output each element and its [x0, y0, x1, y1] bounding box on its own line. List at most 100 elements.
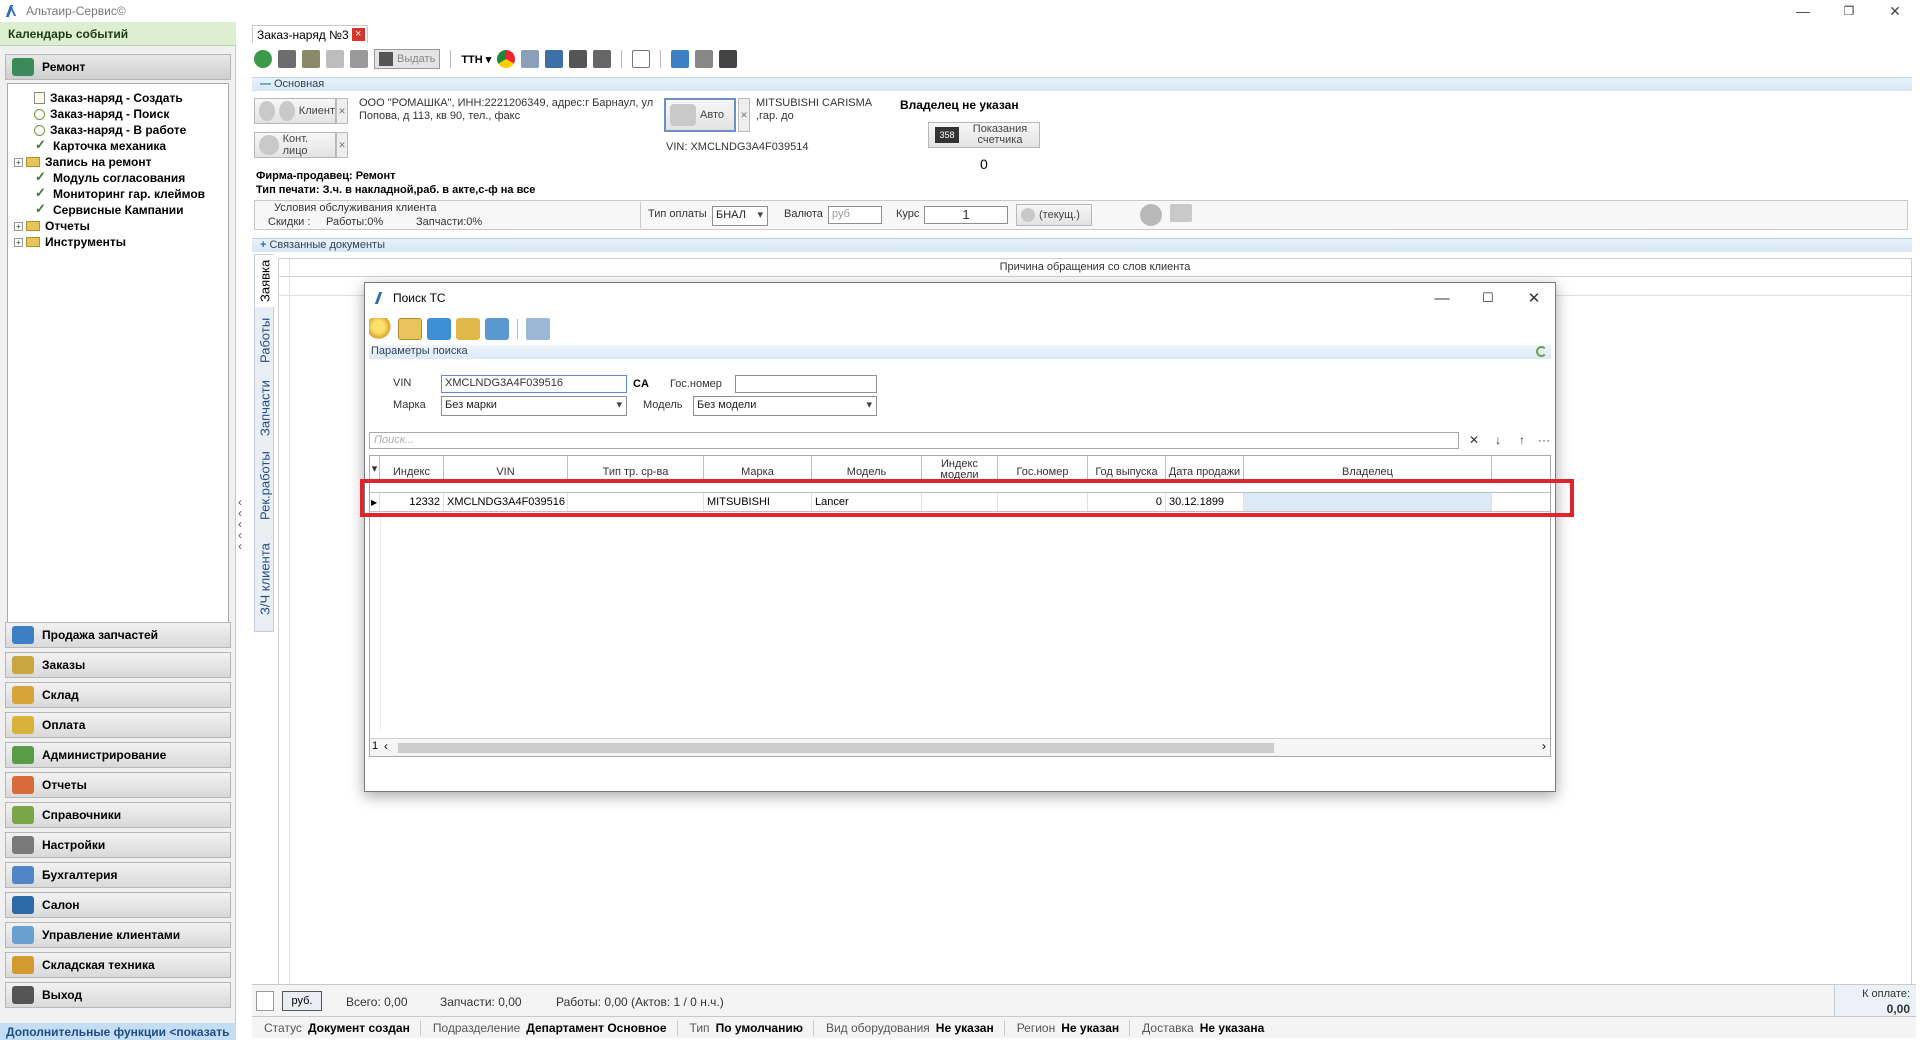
add-icon[interactable]: [427, 318, 451, 340]
forward-arrow-icon[interactable]: [526, 318, 550, 340]
status-value[interactable]: Не указан: [936, 1021, 994, 1035]
tth-dropdown[interactable]: ТТН ▾: [461, 53, 491, 66]
current-rate-button[interactable]: (текущ.): [1016, 204, 1092, 226]
monitor-icon[interactable]: [545, 50, 564, 68]
nav-button[interactable]: Управление клиентами: [5, 922, 231, 948]
scroll-left-icon[interactable]: ‹: [384, 739, 388, 753]
rate-input[interactable]: 1: [924, 206, 1008, 224]
nav-button[interactable]: Настройки: [5, 832, 231, 858]
grid-icon[interactable]: [695, 50, 714, 68]
close-icon[interactable]: ✕: [1872, 0, 1918, 22]
scroll-right-icon[interactable]: ›: [1542, 739, 1546, 753]
nav-repair-button[interactable]: Ремонт: [5, 54, 231, 80]
section-main-header[interactable]: — Основная: [252, 77, 1912, 91]
nav-button[interactable]: Салон: [5, 892, 231, 918]
refresh-icon[interactable]: [254, 50, 272, 68]
clear-search-icon[interactable]: ✕: [1463, 431, 1485, 449]
arrow-down-icon[interactable]: ↓: [1487, 431, 1509, 449]
tab-works[interactable]: Работы: [255, 309, 275, 371]
lock-user-icon[interactable]: [1140, 204, 1162, 226]
comment-icon[interactable]: [1170, 204, 1192, 222]
nav-button[interactable]: Администрирование: [5, 742, 231, 768]
issue-button[interactable]: Выдать: [374, 49, 441, 69]
tree-item[interactable]: Заказ-наряд - Создать: [34, 90, 183, 106]
odometer-button[interactable]: 358 Показания счетчика: [928, 122, 1040, 148]
nav-button[interactable]: Выход: [5, 982, 231, 1008]
minimize-icon[interactable]: —: [1780, 0, 1826, 22]
chart-icon[interactable]: [671, 50, 690, 68]
settings-icon[interactable]: [569, 50, 588, 68]
clear-client-icon[interactable]: ✕: [336, 98, 348, 124]
tree-item[interactable]: Сервисные Кампании: [34, 201, 184, 218]
tree-item[interactable]: Мониторинг гар. клеймов: [34, 185, 205, 202]
dialog-close-icon[interactable]: ✕: [1511, 283, 1557, 313]
nav-button[interactable]: Справочники: [5, 802, 231, 828]
plate-input[interactable]: [735, 375, 877, 393]
restore-icon[interactable]: ❐: [1826, 0, 1872, 22]
model-select[interactable]: Без модели: [693, 396, 877, 416]
more-options-icon[interactable]: ···: [1533, 431, 1555, 449]
currency-button[interactable]: руб.: [282, 991, 322, 1011]
expand-icon[interactable]: +: [14, 157, 23, 167]
extra-functions-toggle[interactable]: Дополнительные функции <показать: [0, 1023, 236, 1040]
status-value[interactable]: Департамент Основное: [526, 1021, 666, 1035]
nav-button[interactable]: Продажа запчастей: [5, 622, 231, 648]
import-icon[interactable]: [485, 318, 509, 340]
table-search-input[interactable]: Поиск...: [369, 432, 1459, 449]
tab-order[interactable]: Заказ-наряд №3 ×: [252, 25, 368, 43]
tab-request[interactable]: Заявка: [255, 255, 275, 307]
nav-button[interactable]: Склад: [5, 682, 231, 708]
dialog-maximize-icon[interactable]: ☐: [1465, 283, 1511, 313]
arrow-up-icon[interactable]: ↑: [1511, 431, 1533, 449]
clear-contact-icon[interactable]: ✕: [336, 132, 348, 158]
mail-icon[interactable]: [632, 50, 651, 68]
expand-icon[interactable]: +: [14, 221, 23, 231]
search-icon[interactable]: [369, 318, 393, 340]
print-icon[interactable]: [521, 50, 540, 68]
status-value[interactable]: Документ создан: [308, 1021, 410, 1035]
expand-icon[interactable]: +: [14, 237, 23, 247]
tree-item[interactable]: + Запись на ремонт: [14, 154, 151, 170]
status-value[interactable]: Не указан: [1061, 1021, 1119, 1035]
qr-icon[interactable]: [719, 50, 738, 68]
tree-item[interactable]: Карточка механика: [34, 137, 166, 154]
tree-item[interactable]: + Отчеты: [14, 218, 90, 234]
tree-item[interactable]: Заказ-наряд - Поиск: [34, 106, 169, 122]
refresh-icon[interactable]: [1536, 346, 1547, 357]
contact-button[interactable]: Конт. лицо: [254, 132, 336, 158]
status-color-icon[interactable]: [497, 50, 516, 68]
tab-recommended-works[interactable]: Рек.работы: [255, 445, 275, 527]
tree-item[interactable]: + Инструменты: [14, 234, 126, 250]
tree-item[interactable]: Заказ-наряд - В работе: [34, 122, 186, 138]
tree-item[interactable]: Модуль согласования: [34, 169, 185, 186]
nav-button[interactable]: Заказы: [5, 652, 231, 678]
nav-button[interactable]: Складская техника: [5, 952, 231, 978]
tools-icon[interactable]: [302, 50, 320, 68]
tab-parts[interactable]: Запчасти: [255, 373, 275, 443]
dialog-minimize-icon[interactable]: —: [1419, 283, 1465, 313]
horizontal-scrollbar[interactable]: 1 ‹ ›: [370, 738, 1550, 756]
delete-icon[interactable]: [278, 50, 296, 68]
car-icon[interactable]: [593, 50, 612, 68]
pay-type-select[interactable]: БНАЛ: [712, 206, 768, 226]
tab-client-parts[interactable]: З/Ч клиента: [255, 529, 275, 629]
clear-auto-icon[interactable]: ✕: [738, 98, 750, 132]
currency-input[interactable]: руб: [828, 206, 882, 224]
related-docs-header[interactable]: + Связанные документы: [252, 238, 1912, 252]
vin-input[interactable]: XMCLNDG3A4F039516: [441, 375, 627, 393]
status-value[interactable]: По умолчанию: [716, 1021, 803, 1035]
calendar-header[interactable]: Календарь событий: [0, 22, 236, 46]
nav-button[interactable]: Оплата: [5, 712, 231, 738]
auto-button[interactable]: Авто: [664, 98, 736, 132]
scroll-thumb[interactable]: [398, 743, 1274, 753]
collapse-left-icon[interactable]: ‹ ‹ ‹ ‹ ‹: [238, 496, 248, 552]
client-button[interactable]: Клиент: [254, 98, 336, 124]
close-tab-icon[interactable]: ×: [351, 28, 365, 41]
flag-icon[interactable]: [350, 50, 368, 68]
edit-icon[interactable]: [456, 318, 480, 340]
nav-button[interactable]: Бухгалтерия: [5, 862, 231, 888]
nav-button[interactable]: Отчеты: [5, 772, 231, 798]
status-value[interactable]: Не указана: [1200, 1021, 1265, 1035]
forward-icon[interactable]: [326, 50, 344, 68]
brand-select[interactable]: Без марки: [441, 396, 627, 416]
